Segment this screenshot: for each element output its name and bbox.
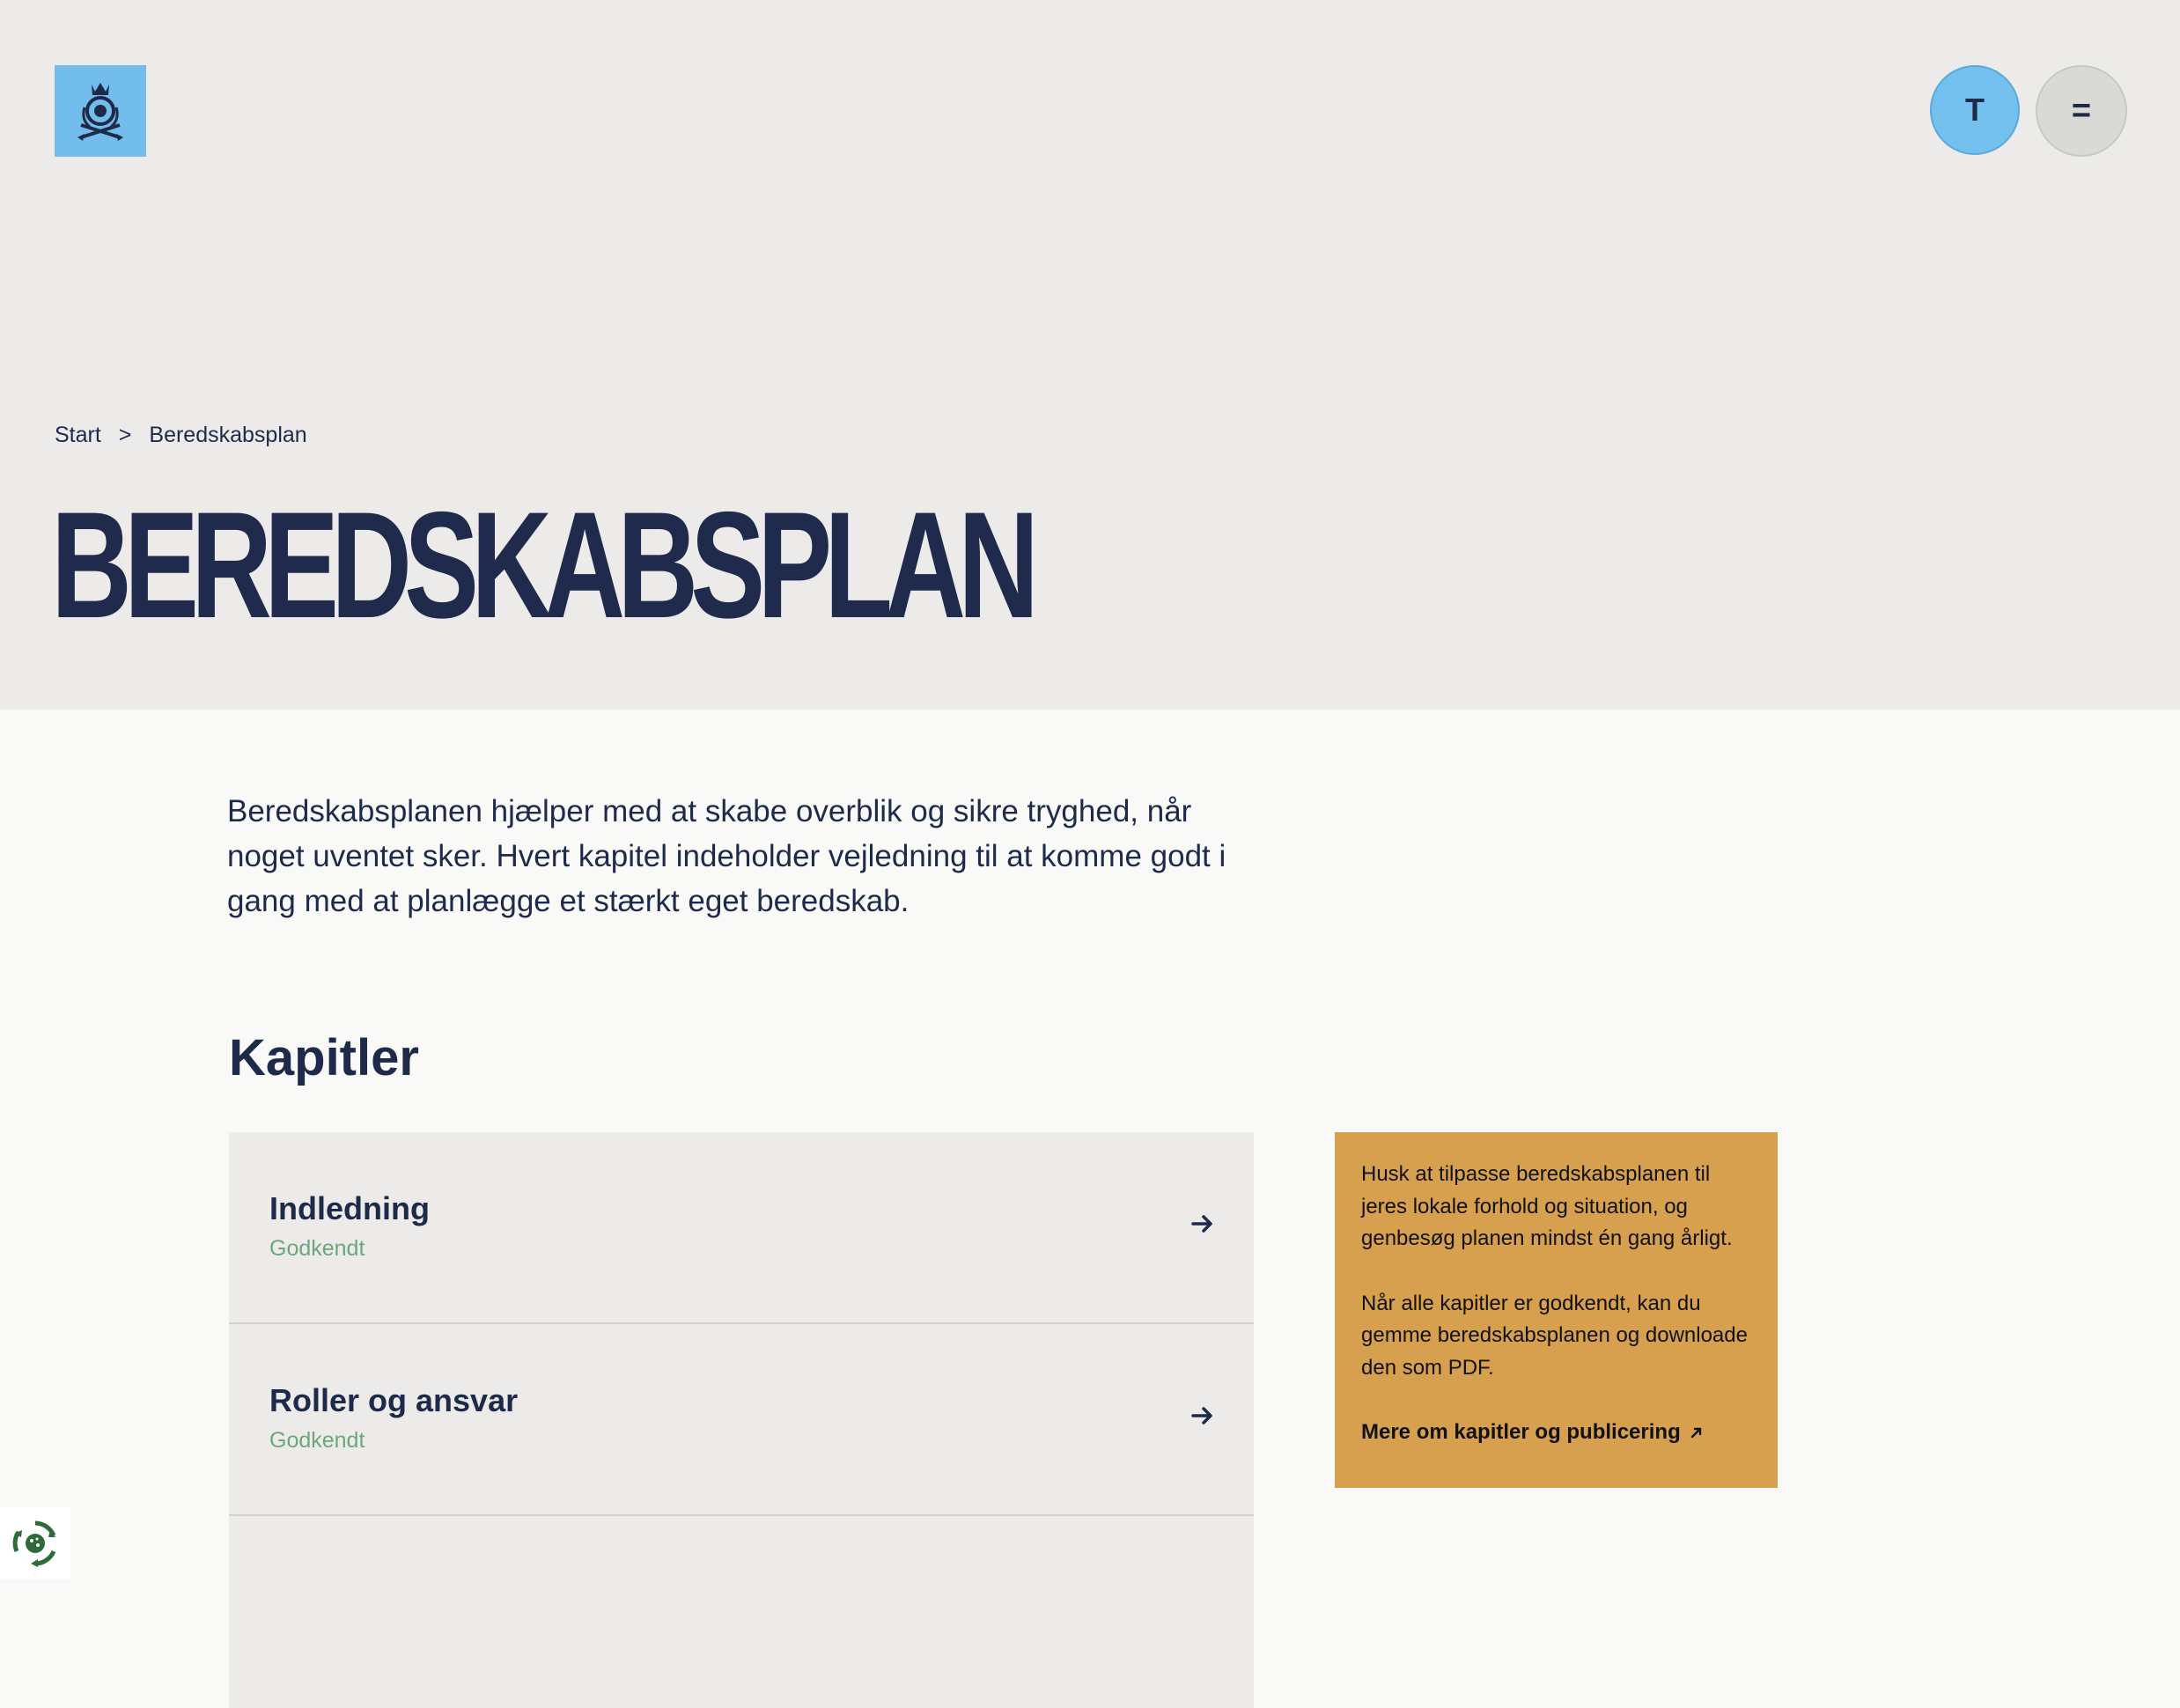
info-note: Husk at tilpasse beredskabsplanen til je… <box>1335 1132 1778 1488</box>
breadcrumb-current: Beredskabsplan <box>149 423 307 447</box>
chapters-publishing-link[interactable]: Mere om kapitler og publicering <box>1361 1417 1704 1449</box>
user-avatar-button[interactable]: T <box>1930 65 2020 155</box>
intro-text: Beredskabsplanen hjælper med at skabe ov… <box>227 794 1226 918</box>
page-title: BEREDSKABSPLAN <box>51 481 1039 650</box>
arrow-right-icon <box>1191 1215 1212 1233</box>
note-paragraph-2: Når alle kapitler er godkendt, kan du ge… <box>1361 1291 1748 1380</box>
chapter-item-indledning[interactable]: Indledning Godkendt <box>229 1132 1254 1324</box>
note-paragraph-1: Husk at tilpasse beredskabsplanen til je… <box>1361 1162 1733 1250</box>
breadcrumb: Start > Beredskabsplan <box>55 423 307 448</box>
link-label: Mere om kapitler og publicering <box>1361 1420 1681 1444</box>
chapter-list: Indledning Godkendt Roller og ansvar God… <box>229 1132 1254 1708</box>
chapter-status: Godkendt <box>269 1236 365 1261</box>
menu-button[interactable]: = <box>2036 65 2127 157</box>
cookie-settings-icon <box>12 1520 56 1567</box>
chapter-name: Roller og ansvar <box>269 1382 519 1418</box>
breadcrumb-start-link[interactable]: Start <box>55 423 101 448</box>
site-logo[interactable] <box>55 65 146 157</box>
arrow-right-icon <box>1191 1407 1212 1425</box>
chapter-status: Godkendt <box>269 1428 365 1453</box>
crown-emblem-icon <box>77 83 123 141</box>
chapter-name: Indledning <box>269 1190 430 1226</box>
chapters-heading: Kapitler <box>229 1029 419 1086</box>
cookie-settings-button[interactable] <box>0 1507 70 1579</box>
arrow-up-right-icon <box>1690 1428 1701 1439</box>
hero-section: T = Start > Beredskabsplan BEREDSKABSPLA… <box>0 0 2180 710</box>
chapter-item-partial[interactable] <box>229 1516 1254 1708</box>
chapter-item-roller-og-ansvar[interactable]: Roller og ansvar Godkendt <box>229 1324 1254 1516</box>
breadcrumb-separator: > <box>118 423 132 447</box>
